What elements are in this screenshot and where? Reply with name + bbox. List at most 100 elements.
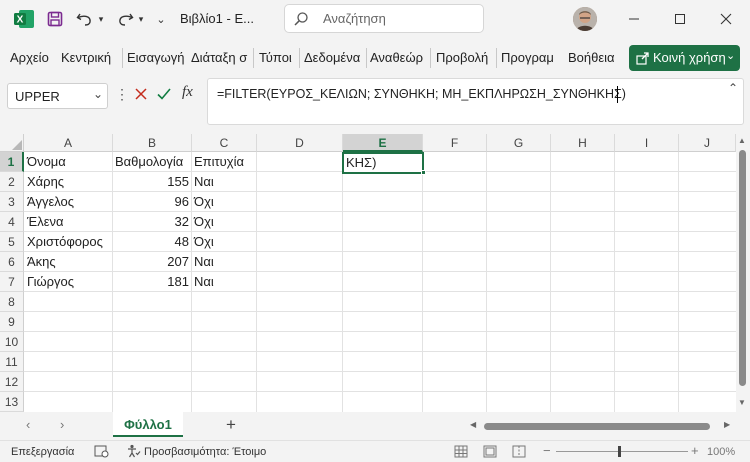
more-options-icon[interactable]: ⋮ bbox=[115, 86, 129, 103]
row-header-12[interactable]: 12 bbox=[0, 372, 24, 392]
column-header-h[interactable]: H bbox=[551, 134, 615, 152]
accessibility-icon[interactable] bbox=[127, 444, 141, 458]
column-header-j[interactable]: J bbox=[679, 134, 736, 152]
cell-a5[interactable]: Χριστόφορος bbox=[25, 232, 112, 252]
cell-b6[interactable]: 207 bbox=[113, 252, 191, 272]
cell-c6[interactable]: Ναι bbox=[192, 252, 256, 272]
cell-b4[interactable]: 32 bbox=[113, 212, 191, 232]
row-header-8[interactable]: 8 bbox=[0, 292, 24, 312]
tab-developer[interactable]: Προγραμ bbox=[501, 50, 559, 65]
redo-dropdown-icon[interactable]: ▾ bbox=[136, 12, 146, 26]
redo-icon[interactable] bbox=[114, 8, 136, 30]
scroll-left-icon[interactable]: ◀ bbox=[470, 420, 476, 429]
formula-input[interactable]: =FILTER(ΕΥΡΟΣ_ΚΕΛΙΩΝ; ΣΥΝΘΗΚΗ; ΜΗ_ΕΚΠΛΗΡ… bbox=[207, 78, 744, 125]
chevron-down-icon[interactable]: ⌄ bbox=[93, 87, 103, 101]
column-header-i[interactable]: I bbox=[615, 134, 679, 152]
minimize-icon[interactable] bbox=[622, 8, 646, 30]
page-layout-view-icon[interactable] bbox=[483, 445, 497, 458]
select-all-corner[interactable] bbox=[0, 134, 24, 152]
next-sheet-icon[interactable]: › bbox=[60, 417, 64, 432]
undo-dropdown-icon[interactable]: ▾ bbox=[96, 12, 106, 26]
row-header-13[interactable]: 13 bbox=[0, 392, 24, 412]
row-header-1[interactable]: 1 bbox=[0, 152, 24, 172]
add-sheet-button[interactable]: + bbox=[226, 415, 236, 435]
name-box[interactable]: UPPER ⌄ bbox=[7, 83, 108, 109]
tab-file[interactable]: Αρχείο bbox=[10, 50, 49, 65]
cell-b1[interactable]: Βαθμολογία bbox=[113, 152, 191, 172]
zoom-in-icon[interactable]: + bbox=[691, 443, 699, 458]
row-header-10[interactable]: 10 bbox=[0, 332, 24, 352]
vertical-scrollbar[interactable]: ▲ ▼ bbox=[736, 134, 750, 412]
row-header-6[interactable]: 6 bbox=[0, 252, 24, 272]
enter-check-icon[interactable] bbox=[156, 86, 172, 104]
cell-a1[interactable]: Όνομα bbox=[25, 152, 112, 172]
save-icon[interactable] bbox=[44, 8, 66, 30]
cell-c4[interactable]: Όχι bbox=[192, 212, 256, 232]
column-header-f[interactable]: F bbox=[423, 134, 487, 152]
zoom-slider-thumb[interactable] bbox=[618, 446, 621, 457]
row-header-7[interactable]: 7 bbox=[0, 272, 24, 292]
insert-function-icon[interactable]: fx bbox=[182, 84, 193, 101]
worksheet-grid[interactable]: A B C D E F G H I J 1 2 3 4 5 6 7 8 9 10… bbox=[0, 134, 750, 412]
cell-c3[interactable]: Όχι bbox=[192, 192, 256, 212]
avatar[interactable] bbox=[573, 7, 597, 31]
scroll-down-icon[interactable]: ▼ bbox=[738, 398, 746, 407]
close-icon[interactable] bbox=[714, 8, 738, 30]
accessibility-status[interactable]: Προσβασιμότητα: Έτοιμο bbox=[144, 446, 266, 458]
sheet-tab-active[interactable]: Φύλλο1 bbox=[113, 412, 183, 437]
cell-b5[interactable]: 48 bbox=[113, 232, 191, 252]
zoom-slider[interactable] bbox=[556, 446, 688, 457]
tab-help[interactable]: Βοήθεια bbox=[568, 50, 615, 65]
maximize-icon[interactable] bbox=[668, 8, 692, 30]
column-header-e[interactable]: E bbox=[343, 134, 423, 152]
cell-c2[interactable]: Ναι bbox=[192, 172, 256, 192]
tab-review[interactable]: Αναθεώρ bbox=[370, 50, 423, 65]
tab-insert[interactable]: Εισαγωγή bbox=[127, 50, 184, 65]
share-button[interactable]: Κοινή χρήση ⌄ bbox=[629, 45, 740, 71]
cell-c1[interactable]: Επιτυχία bbox=[192, 152, 256, 172]
column-header-d[interactable]: D bbox=[257, 134, 343, 152]
row-header-11[interactable]: 11 bbox=[0, 352, 24, 372]
customize-toolbar-icon[interactable]: ⌄ bbox=[154, 10, 168, 28]
zoom-level[interactable]: 100% bbox=[707, 446, 735, 458]
cell-a3[interactable]: Άγγελος bbox=[25, 192, 112, 212]
scroll-up-icon[interactable]: ▲ bbox=[738, 136, 746, 145]
macro-record-icon[interactable] bbox=[94, 444, 110, 458]
active-cell-e1[interactable]: ΚΗΣ) bbox=[342, 152, 426, 175]
collapse-formula-icon[interactable]: ⌃ bbox=[728, 81, 738, 95]
cancel-icon[interactable] bbox=[133, 86, 149, 104]
cell-a2[interactable]: Χάρης bbox=[25, 172, 112, 192]
tab-formulas[interactable]: Τύποι bbox=[259, 50, 292, 65]
row-header-5[interactable]: 5 bbox=[0, 232, 24, 252]
cell-b2[interactable]: 155 bbox=[113, 172, 191, 192]
tab-page-layout[interactable]: Διάταξη σ bbox=[191, 50, 247, 65]
zoom-out-icon[interactable]: − bbox=[543, 443, 551, 458]
normal-view-icon[interactable] bbox=[454, 445, 468, 458]
row-header-9[interactable]: 9 bbox=[0, 312, 24, 332]
tab-home[interactable]: Κεντρική bbox=[61, 50, 111, 65]
prev-sheet-icon[interactable]: ‹ bbox=[26, 417, 30, 432]
horizontal-scrollbar[interactable]: ◀ ▶ bbox=[468, 419, 748, 433]
cell-c5[interactable]: Όχι bbox=[192, 232, 256, 252]
cell-a6[interactable]: Άκης bbox=[25, 252, 112, 272]
cell-c7[interactable]: Ναι bbox=[192, 272, 256, 292]
column-header-c[interactable]: C bbox=[192, 134, 257, 152]
cell-a7[interactable]: Γιώργος bbox=[25, 272, 112, 292]
fill-handle[interactable] bbox=[421, 170, 426, 175]
horizontal-scroll-thumb[interactable] bbox=[484, 423, 710, 430]
tab-data[interactable]: Δεδομένα bbox=[304, 50, 364, 65]
undo-icon[interactable] bbox=[74, 8, 96, 30]
row-header-4[interactable]: 4 bbox=[0, 212, 24, 232]
row-header-2[interactable]: 2 bbox=[0, 172, 24, 192]
search-box[interactable]: Αναζήτηση bbox=[284, 4, 484, 33]
cell-a4[interactable]: Έλενα bbox=[25, 212, 112, 232]
column-header-g[interactable]: G bbox=[487, 134, 551, 152]
page-break-view-icon[interactable] bbox=[512, 445, 526, 458]
tab-view[interactable]: Προβολή bbox=[436, 50, 488, 65]
row-header-3[interactable]: 3 bbox=[0, 192, 24, 212]
column-header-b[interactable]: B bbox=[113, 134, 192, 152]
column-header-a[interactable]: A bbox=[24, 134, 113, 152]
vertical-scroll-thumb[interactable] bbox=[739, 150, 746, 386]
cell-b3[interactable]: 96 bbox=[113, 192, 191, 212]
share-dropdown-icon[interactable]: ⌄ bbox=[726, 49, 735, 62]
